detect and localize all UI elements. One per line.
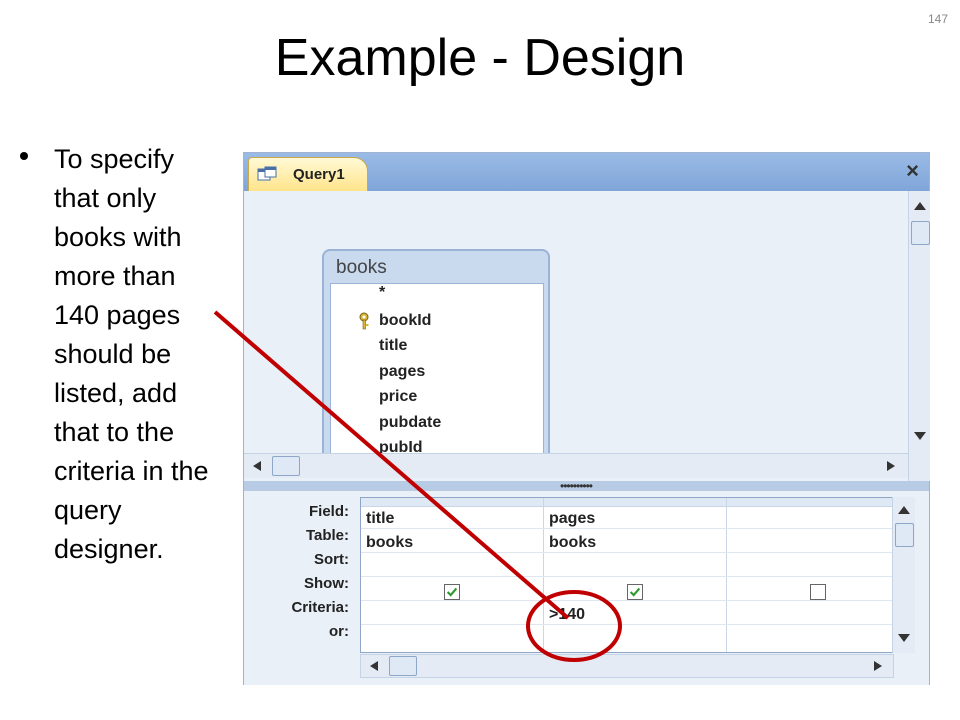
table-pane: books * bookId title pages price pubdate… [244, 191, 908, 481]
design-grid-horizontal-scrollbar[interactable] [360, 654, 894, 678]
document-tab-bar: Query1 × [244, 153, 929, 191]
row-label-sort: Sort: [314, 551, 349, 568]
table-box-books[interactable]: books * bookId title pages price pubdate… [322, 249, 550, 477]
scroll-down-icon[interactable] [897, 633, 911, 643]
grid-cell-criteria[interactable]: >140 [549, 606, 585, 624]
design-grid: title books pages books >140 [360, 497, 894, 653]
bullet-point: To specify that only books with more tha… [20, 140, 220, 569]
scroll-up-icon[interactable] [913, 201, 927, 211]
row-divider [361, 624, 893, 625]
slide-number: 147 [927, 12, 948, 26]
field-item[interactable]: price [379, 388, 417, 406]
checkbox-icon[interactable] [444, 584, 460, 600]
scroll-up-icon[interactable] [897, 505, 911, 515]
close-icon[interactable]: × [906, 158, 919, 184]
pane-splitter[interactable]: •••••••••• [244, 479, 929, 493]
table-box-title: books [336, 257, 387, 278]
design-grid-vertical-scrollbar[interactable] [892, 497, 915, 653]
field-item[interactable]: title [379, 337, 407, 355]
query-icon [257, 166, 277, 181]
scroll-thumb[interactable] [911, 221, 930, 245]
scroll-thumb[interactable] [895, 523, 914, 547]
splitter-grip: •••••••••• [560, 479, 593, 493]
row-label-show: Show: [304, 575, 349, 592]
design-grid-pane: Field: Table: Sort: Show: Criteria: or: … [244, 491, 929, 685]
table-pane-horizontal-scrollbar[interactable] [244, 453, 908, 478]
row-divider [361, 576, 893, 577]
row-divider [361, 528, 893, 529]
bullet-text: To specify that only books with more tha… [54, 144, 209, 564]
tab-query1[interactable]: Query1 [248, 157, 368, 191]
row-divider [361, 552, 893, 553]
column-selector-bar[interactable] [361, 498, 893, 507]
scroll-right-icon[interactable] [886, 460, 896, 472]
column-divider [726, 498, 727, 652]
row-label-or: or: [329, 623, 349, 640]
field-item[interactable]: pages [379, 363, 425, 381]
bullet-dot [20, 152, 28, 160]
scroll-thumb[interactable] [272, 456, 300, 476]
grid-cell-field[interactable]: pages [549, 510, 595, 528]
scroll-down-icon[interactable] [913, 431, 927, 441]
row-label-table: Table: [305, 527, 349, 544]
slide-title: Example - Design [274, 29, 686, 87]
tab-label: Query1 [293, 166, 345, 183]
field-item[interactable]: * [379, 284, 385, 302]
column-divider [543, 498, 544, 652]
field-list: * bookId title pages price pubdate pubId [330, 283, 544, 475]
row-divider [361, 600, 893, 601]
scroll-right-icon[interactable] [873, 660, 883, 672]
scroll-left-icon[interactable] [369, 660, 379, 672]
field-item[interactable]: bookId [379, 312, 431, 330]
scroll-left-icon[interactable] [252, 460, 262, 472]
query-window: Query1 × books * bookId title pages pric… [243, 152, 930, 685]
checkbox-icon[interactable] [810, 584, 826, 600]
table-pane-vertical-scrollbar[interactable] [908, 191, 930, 481]
checkbox-icon[interactable] [627, 584, 643, 600]
grid-cell-table[interactable]: books [549, 534, 596, 552]
row-label-field: Field: [309, 503, 349, 520]
row-label-criteria: Criteria: [291, 599, 349, 616]
key-icon [359, 312, 369, 330]
grid-cell-table[interactable]: books [366, 534, 413, 552]
field-item[interactable]: pubdate [379, 414, 441, 432]
grid-cell-field[interactable]: title [366, 510, 394, 528]
scroll-thumb[interactable] [389, 656, 417, 676]
